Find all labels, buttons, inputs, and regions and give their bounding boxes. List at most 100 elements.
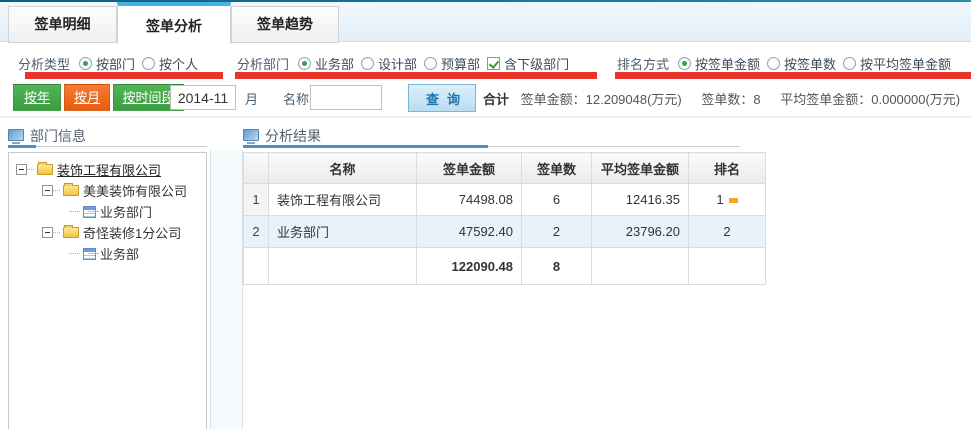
tree-node-label[interactable]: 业务部 xyxy=(100,244,139,263)
tree-connector xyxy=(69,211,80,212)
tree-node-label[interactable]: 美美装饰有限公司 xyxy=(83,181,187,200)
radio-icon[interactable] xyxy=(361,57,374,70)
panel-splitter[interactable] xyxy=(210,150,243,429)
annotation-underline-analysis-type xyxy=(25,72,223,79)
tab-bar: 签单明细 签单分析 签单趋势 xyxy=(0,2,971,42)
month-unit-label: 月 xyxy=(245,89,258,108)
sign-count-cell: 2 xyxy=(522,216,592,248)
tab-sign-analysis[interactable]: 签单分析 xyxy=(117,2,231,44)
tree-node-business-dept-2[interactable]: 业务部 xyxy=(9,243,206,264)
radio-budget-dept[interactable]: 预算部 xyxy=(424,54,480,73)
column-header-sign-count: 签单数 xyxy=(522,153,592,184)
tree-node-label[interactable]: 业务部门 xyxy=(100,202,152,221)
total-empty-cell xyxy=(269,248,417,285)
annotation-underline-ranking xyxy=(615,72,971,79)
radio-icon[interactable] xyxy=(678,57,691,70)
radio-icon[interactable] xyxy=(298,57,311,70)
column-header-name: 名称 xyxy=(269,153,417,184)
sign-amount-cell: 47592.40 xyxy=(417,216,522,248)
tree-node-meimei-company[interactable]: 美美装饰有限公司 xyxy=(9,180,206,201)
ranking-label: 排名方式 xyxy=(617,54,669,73)
total-sign-amount-cell: 122090.48 xyxy=(417,248,522,285)
department-grid-icon xyxy=(83,206,96,218)
total-sign-count-cell: 8 xyxy=(522,248,592,285)
by-year-button[interactable]: 按年 xyxy=(13,84,61,111)
radio-by-avg-sign-amount[interactable]: 按平均签单金额 xyxy=(843,54,951,73)
tree-node-business-dept-1[interactable]: 业务部门 xyxy=(9,201,206,222)
radio-icon[interactable] xyxy=(767,57,780,70)
tree-node-label[interactable]: 奇怪装修1分公司 xyxy=(83,223,181,242)
tree-node-qiguai-branch[interactable]: 奇怪装修1分公司 xyxy=(9,222,206,243)
summary-total-label: 合计 xyxy=(483,92,509,107)
sign-count-cell: 6 xyxy=(522,184,592,216)
tree-node-company-root[interactable]: 装饰工程有限公司 xyxy=(9,159,206,180)
name-cell: 业务部门 xyxy=(269,216,417,248)
query-button[interactable]: 查询 xyxy=(408,84,476,112)
checkbox-include-sub-dept[interactable]: 含下级部门 xyxy=(487,54,569,73)
checkbox-include-sub-dept-label: 含下级部门 xyxy=(504,54,569,73)
table-row[interactable]: 2 业务部门 47592.40 2 23796.20 2 xyxy=(244,216,766,248)
rank-cell: 2 xyxy=(689,216,766,248)
row-number-cell: 2 xyxy=(244,216,269,248)
tree-node-label[interactable]: 装饰工程有限公司 xyxy=(57,160,161,179)
radio-by-avg-sign-amount-label: 按平均签单金额 xyxy=(860,54,951,73)
radio-icon[interactable] xyxy=(843,57,856,70)
radio-icon[interactable] xyxy=(424,57,437,70)
results-header: 分析结果 xyxy=(243,126,321,146)
radio-by-person-label: 按个人 xyxy=(159,54,198,73)
folder-icon xyxy=(63,227,79,238)
annotation-underline-analysis-dept xyxy=(235,72,597,79)
radio-by-department-label: 按部门 xyxy=(96,54,135,73)
monitor-icon xyxy=(8,129,24,141)
radio-design-dept[interactable]: 设计部 xyxy=(361,54,417,73)
radio-business-dept[interactable]: 业务部 xyxy=(298,54,354,73)
results-header-underline-accent xyxy=(243,145,488,148)
analysis-dept-label: 分析部门 xyxy=(237,54,289,73)
radio-by-sign-count[interactable]: 按签单数 xyxy=(767,54,836,73)
column-header-sign-amount: 签单金额 xyxy=(417,153,522,184)
filter-group-analysis-dept: 分析部门 业务部 设计部 预算部 含下级部门 xyxy=(237,53,569,73)
column-header-avg-sign-amount: 平均签单金额 xyxy=(592,153,689,184)
table-row[interactable]: 1 装饰工程有限公司 74498.08 6 12416.35 1 xyxy=(244,184,766,216)
row-number-header xyxy=(244,153,269,184)
name-filter-label: 名称 xyxy=(283,89,309,108)
filter-group-analysis-type: 分析类型 按部门 按个人 xyxy=(18,53,198,73)
sidebar-header: 部门信息 xyxy=(8,126,86,146)
tree-connector xyxy=(53,190,60,191)
name-input[interactable] xyxy=(310,85,382,110)
collapse-icon[interactable] xyxy=(42,227,53,238)
monitor-icon xyxy=(243,129,259,141)
by-month-button[interactable]: 按月 xyxy=(64,84,110,111)
results-header-underline xyxy=(243,146,740,147)
checkbox-icon[interactable] xyxy=(487,57,500,70)
collapse-icon[interactable] xyxy=(16,164,27,175)
sidebar-header-underline-accent xyxy=(8,145,36,148)
total-empty-cell xyxy=(592,248,689,285)
table-header-row: 名称 签单金额 签单数 平均签单金额 排名 xyxy=(244,153,766,184)
collapse-icon[interactable] xyxy=(42,185,53,196)
radio-design-dept-label: 设计部 xyxy=(378,54,417,73)
sidebar-title: 部门信息 xyxy=(30,126,86,146)
name-cell: 装饰工程有限公司 xyxy=(269,184,417,216)
radio-by-department[interactable]: 按部门 xyxy=(79,54,135,73)
radio-budget-dept-label: 预算部 xyxy=(441,54,480,73)
tab-sign-trend[interactable]: 签单趋势 xyxy=(231,6,339,43)
app-window: 签单明细 签单分析 签单趋势 分析类型 按部门 按个人 分析部门 业务部 设计部… xyxy=(0,0,971,429)
radio-business-dept-label: 业务部 xyxy=(315,54,354,73)
sidebar-header-underline xyxy=(8,146,207,147)
rank-cell: 1 xyxy=(689,184,766,216)
radio-by-person[interactable]: 按个人 xyxy=(142,54,198,73)
avg-sign-amount-cell: 12416.35 xyxy=(592,184,689,216)
summary-sign-count: 签单数：8 xyxy=(701,92,760,107)
radio-by-sign-amount-label: 按签单金额 xyxy=(695,54,760,73)
radio-icon[interactable] xyxy=(142,57,155,70)
radio-by-sign-amount[interactable]: 按签单金额 xyxy=(678,54,760,73)
tab-sign-detail[interactable]: 签单明细 xyxy=(8,6,117,43)
column-header-rank: 排名 xyxy=(689,153,766,184)
radio-icon[interactable] xyxy=(79,57,92,70)
summary-totals: 合计 签单金额：12.209048(万元) 签单数：8 平均签单金额：0.000… xyxy=(483,89,971,108)
analysis-results-table: 名称 签单金额 签单数 平均签单金额 排名 1 装饰工程有限公司 74498.0… xyxy=(243,152,766,285)
rank-first-marker-icon xyxy=(729,198,738,203)
total-empty-cell xyxy=(689,248,766,285)
month-input[interactable] xyxy=(170,85,236,110)
